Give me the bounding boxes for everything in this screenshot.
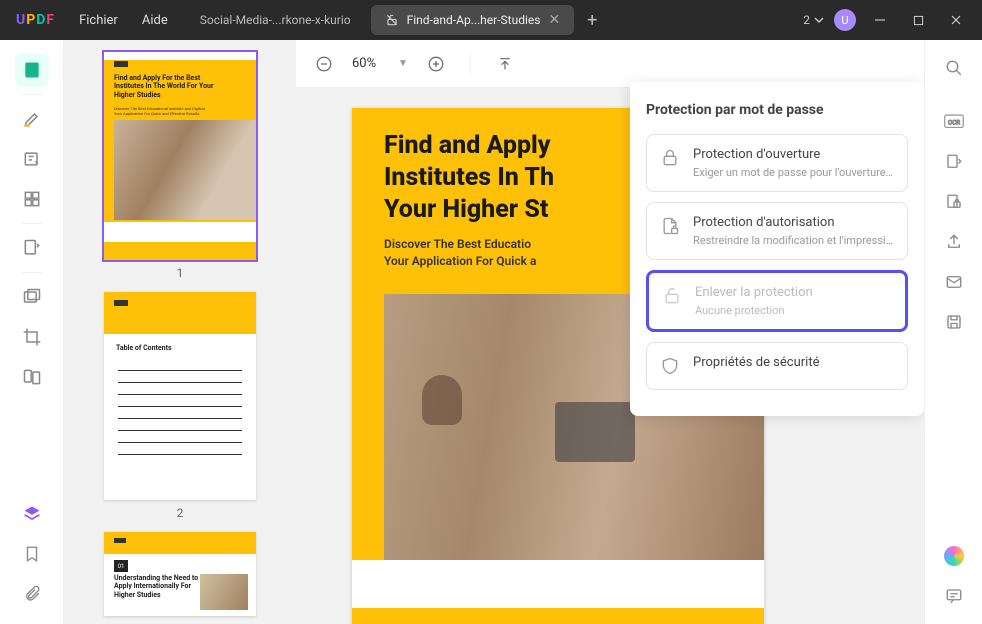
popup-item-desc: Restreindre la modification et l'impress… [693, 234, 895, 247]
main-toolbar: 60% ▼ [296, 40, 924, 88]
zoom-in-icon[interactable] [424, 52, 448, 76]
window-minimize-icon[interactable] [866, 6, 894, 34]
titlebar: UPDF Fichier Aide Social-Media-...rkone-… [0, 0, 982, 40]
menu-file[interactable]: Fichier [79, 13, 118, 28]
lock-slash-icon [385, 13, 399, 27]
layers-icon[interactable] [15, 497, 49, 531]
reader-mode-icon[interactable] [15, 53, 49, 87]
unlock-icon [661, 285, 683, 307]
avatar[interactable]: U [834, 9, 856, 31]
password-protection-popup: Protection par mot de passe Protection d… [630, 82, 924, 416]
tab-count[interactable]: 2 [803, 13, 824, 27]
compare-icon[interactable] [15, 360, 49, 394]
thumbnail-page-3[interactable]: 01 Understanding the Need to Apply Inter… [104, 532, 256, 616]
left-rail [0, 40, 64, 624]
right-rail: OCR [924, 40, 982, 624]
form-icon[interactable] [15, 182, 49, 216]
tab-inactive[interactable]: Social-Media-...rkone-x-kurio [186, 5, 365, 35]
popup-item-open-protection[interactable]: Protection d'ouverture Exiger un mot de … [646, 134, 908, 192]
tab-bar: Social-Media-...rkone-x-kurio Find-and-A… [186, 5, 804, 35]
text-edit-icon[interactable] [15, 142, 49, 176]
popup-item-label: Protection d'autorisation [693, 215, 895, 230]
popup-item-desc: Exiger un mot de passe pour l'ouverture … [693, 166, 895, 179]
thumbnail-page-2[interactable]: Table of Contents [104, 292, 256, 500]
popup-item-label: Protection d'ouverture [693, 147, 895, 162]
popup-item-desc: Aucune protection [695, 304, 893, 317]
thumbnail-panel: Find and Apply For the Best Institutes I… [64, 40, 296, 624]
comment-icon[interactable] [937, 579, 971, 613]
popup-item-label: Enlever la protection [695, 285, 893, 300]
jump-to-top-icon[interactable] [493, 52, 517, 76]
thumb-title: Find and Apply For the Best Institutes I… [114, 74, 214, 99]
window-close-icon[interactable] [942, 6, 970, 34]
page-subtitle: Discover The Best Educatio Your Applicat… [384, 236, 536, 270]
thumb-badge: 01 [114, 560, 128, 572]
lock-icon [659, 147, 681, 169]
thumb-title: Understanding the Need to Apply Internat… [114, 574, 210, 599]
highlighter-icon[interactable] [15, 102, 49, 136]
tab-close-icon[interactable]: ✕ [548, 12, 560, 28]
attachment-icon[interactable] [15, 577, 49, 611]
page-title: Find and Apply Institutes In Th Your Hig… [384, 130, 554, 226]
new-tab-button[interactable]: + [580, 8, 604, 32]
thumb-num: 2 [94, 506, 266, 520]
svg-text:OCR: OCR [947, 118, 959, 126]
popup-item-remove-protection[interactable]: Enlever la protection Aucune protection [646, 270, 908, 332]
tab-label: Social-Media-...rkone-x-kurio [200, 13, 351, 27]
protect-icon[interactable] [937, 185, 971, 219]
zoom-out-icon[interactable] [312, 52, 336, 76]
crop-icon[interactable] [15, 320, 49, 354]
bookmark-icon[interactable] [15, 537, 49, 571]
zoom-value[interactable]: 60% [352, 56, 382, 71]
redact-icon[interactable] [15, 280, 49, 314]
organize-icon[interactable] [15, 231, 49, 265]
thumb-num: 1 [94, 266, 266, 280]
thumb-subtitle: Discover The Best Educational Institute … [114, 106, 214, 116]
shield-icon [659, 355, 681, 377]
thumb-toc-label: Table of Contents [116, 344, 172, 352]
search-icon[interactable] [937, 51, 971, 85]
ai-icon[interactable] [937, 539, 971, 573]
email-icon[interactable] [937, 265, 971, 299]
convert-icon[interactable] [937, 145, 971, 179]
chevron-down-icon[interactable]: ▼ [398, 58, 408, 69]
save-icon[interactable] [937, 305, 971, 339]
tab-label: Find-and-Ap...her-Studies [407, 13, 541, 27]
menu-help[interactable]: Aide [142, 13, 168, 28]
window-maximize-icon[interactable] [904, 6, 932, 34]
popup-item-label: Propriétés de sécurité [693, 355, 895, 370]
popup-item-security-properties[interactable]: Propriétés de sécurité [646, 342, 908, 390]
document-lock-icon [659, 215, 681, 237]
thumbnail-page-1[interactable]: Find and Apply For the Best Institutes I… [104, 52, 256, 260]
share-icon[interactable] [937, 225, 971, 259]
main-view: 60% ▼ Find and Apply Institutes In Th Yo… [296, 40, 924, 624]
app-logo: UPDF [16, 12, 55, 28]
tab-active[interactable]: Find-and-Ap...her-Studies ✕ [371, 5, 575, 35]
ocr-icon[interactable]: OCR [937, 105, 971, 139]
popup-title: Protection par mot de passe [646, 102, 908, 118]
popup-item-permission-protection[interactable]: Protection d'autorisation Restreindre la… [646, 202, 908, 260]
